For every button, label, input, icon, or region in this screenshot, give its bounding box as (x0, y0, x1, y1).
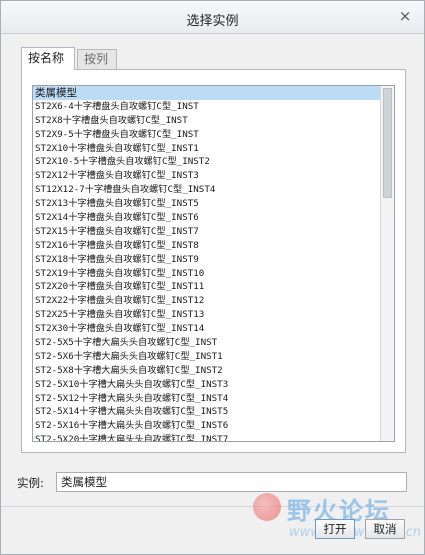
list-item[interactable]: ST2X14十字槽盘头自攻螺钉C型_INST6 (33, 211, 380, 225)
list-item[interactable]: ST2X19十字槽盘头自攻螺钉C型_INST10 (33, 267, 380, 281)
list-item[interactable]: ST2-5X10十字槽大扁头头自攻螺钉C型_INST3 (33, 378, 380, 392)
list-item[interactable]: ST2X10-5十字槽盘头自攻螺钉C型_INST2 (33, 155, 380, 169)
list-item[interactable]: ST2X30十字槽盘头自攻螺钉C型_INST14 (33, 322, 380, 336)
list-item[interactable]: ST2X16十字槽盘头自攻螺钉C型_INST8 (33, 239, 380, 253)
list-item[interactable]: ST2-5X5十字槽大扁头头自攻螺钉C型_INST (33, 336, 380, 350)
tab-by-column[interactable]: 按列 (77, 49, 117, 69)
tab-panel: 类属模型 ST2X6-4十字槽盘头自攻螺钉C型_INST ST2X8十字槽盘头自攻螺… (21, 69, 406, 453)
list-item[interactable]: ST2X13十字槽盘头自攻螺钉C型_INST5 (33, 197, 380, 211)
close-icon[interactable]: × (398, 9, 412, 24)
list-item[interactable]: ST2-5X8十字槽大扁头头自攻螺钉C型_INST2 (33, 364, 380, 378)
list-item[interactable]: ST2-5X12十字槽大扁头头自攻螺钉C型_INST4 (33, 392, 380, 406)
list-item[interactable]: ST2X22十字槽盘头自攻螺钉C型_INST12 (33, 294, 380, 308)
instance-label: 实例: (17, 476, 44, 490)
list-item[interactable]: ST2X20十字槽盘头自攻螺钉C型_INST11 (33, 280, 380, 294)
list-item[interactable]: ST2X10十字槽盘头自攻螺钉C型_INST1 (33, 142, 380, 156)
list-item[interactable]: ST2-5X20十字槽大扁头头自攻螺钉C型_INST7 (33, 433, 380, 441)
list-item[interactable]: ST12X12-7十字槽盘头自攻螺钉C型_INST4 (33, 183, 380, 197)
instance-input[interactable] (56, 472, 407, 492)
divider (1, 506, 424, 507)
list-item[interactable]: ST2X6-4十字槽盘头自攻螺钉C型_INST (33, 100, 380, 114)
list-item[interactable]: ST2-5X6十字槽大扁头头自攻螺钉C型_INST1 (33, 350, 380, 364)
list-item[interactable]: ST2X18十字槽盘头自攻螺钉C型_INST9 (33, 253, 380, 267)
select-instance-dialog: 选择实例 × 按名称 按列 类属模型 ST2X6-4十字槽盘头自攻螺钉C型_INS… (0, 0, 425, 555)
list-item[interactable]: ST2X25十字槽盘头自攻螺钉C型_INST13 (33, 308, 380, 322)
open-button[interactable]: 打开 (315, 519, 355, 539)
scrollbar-thumb[interactable] (383, 88, 392, 198)
dialog-title: 选择实例 (186, 14, 239, 29)
list-item[interactable]: ST2X8十字槽盘头自攻螺钉C型_INST (33, 114, 380, 128)
list-item[interactable]: ST2-5X16十字槽大扁头头自攻螺钉C型_INST6 (33, 419, 380, 433)
list-item[interactable]: ST2X15十字槽盘头自攻螺钉C型_INST7 (33, 225, 380, 239)
list-item[interactable]: 类属模型 (33, 86, 380, 100)
cancel-button[interactable]: 取消 (365, 519, 405, 539)
title-bar: 选择实例 × (1, 1, 424, 34)
vertical-scrollbar[interactable] (380, 86, 394, 441)
instance-list[interactable]: 类属模型 ST2X6-4十字槽盘头自攻螺钉C型_INST ST2X8十字槽盘头自攻螺… (33, 86, 380, 441)
list-item[interactable]: ST2X9-5十字槽盘头自攻螺钉C型_INST (33, 128, 380, 142)
list-item[interactable]: ST2-5X14十字槽大扁头头自攻螺钉C型_INST5 (33, 405, 380, 419)
instance-listbox[interactable]: 类属模型 ST2X6-4十字槽盘头自攻螺钉C型_INST ST2X8十字槽盘头自攻螺… (32, 85, 395, 442)
list-item[interactable]: ST2X12十字槽盘头自攻螺钉C型_INST3 (33, 169, 380, 183)
tab-by-name[interactable]: 按名称 (21, 47, 75, 70)
watermark-logo (253, 493, 281, 521)
